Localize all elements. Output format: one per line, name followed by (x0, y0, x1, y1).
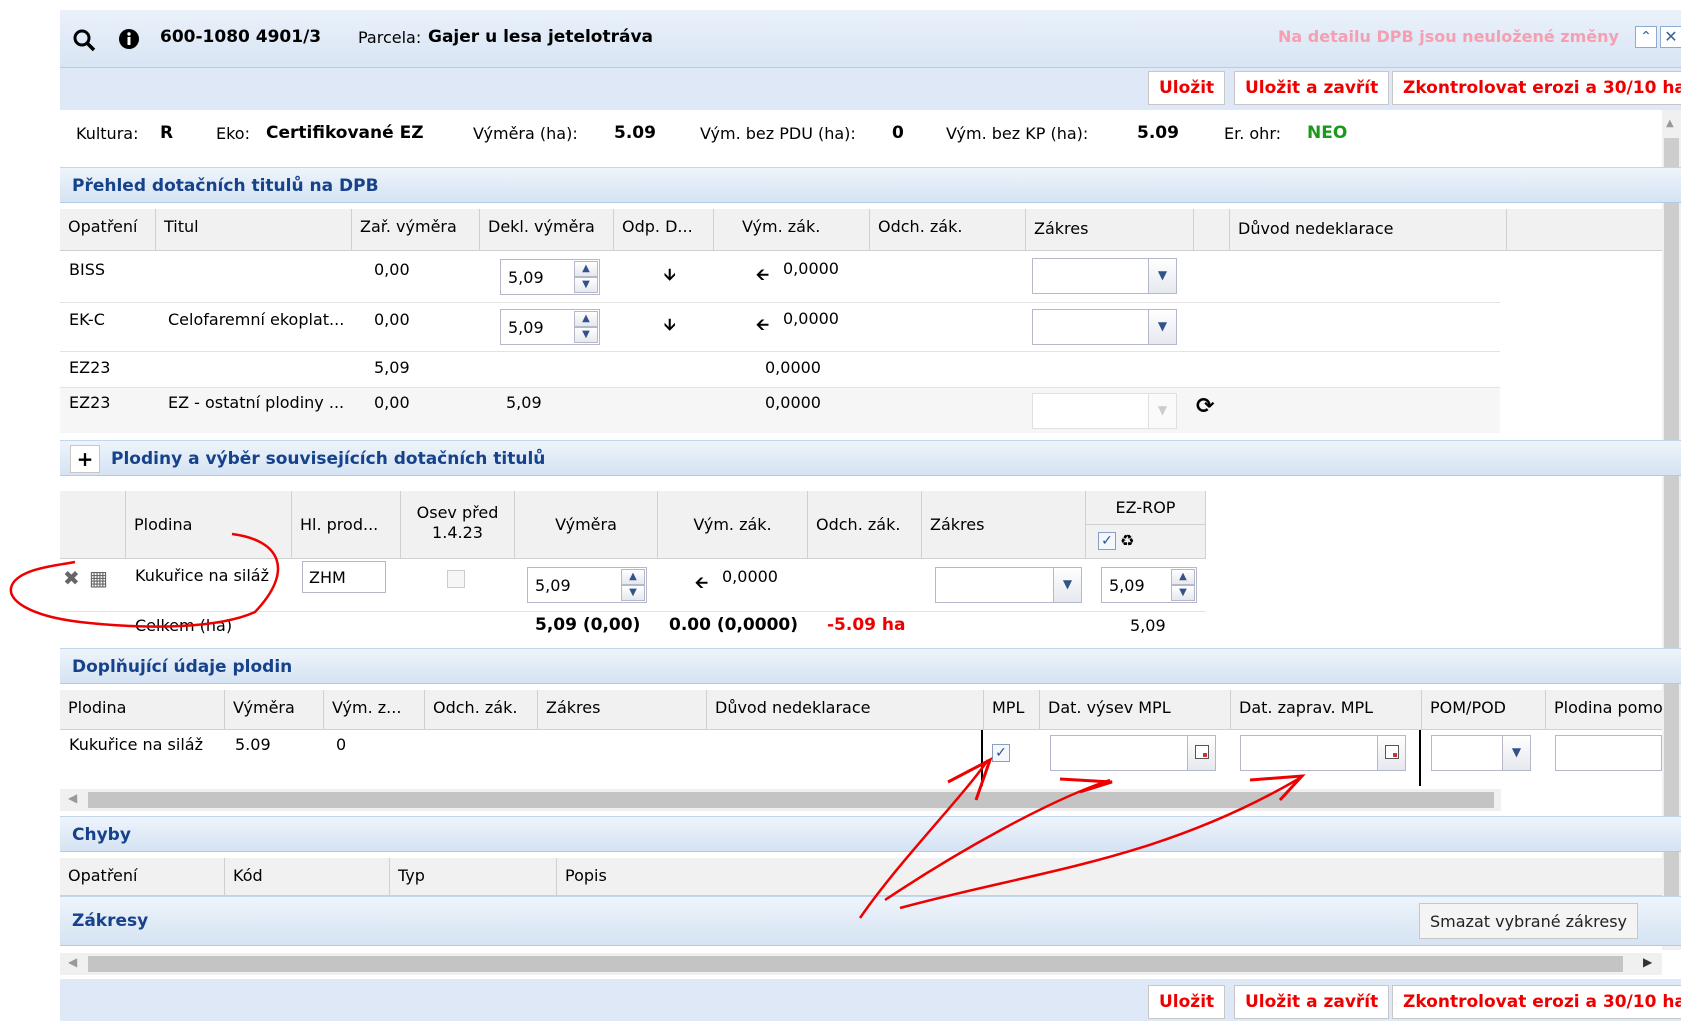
delete-icon[interactable]: ✖ (63, 566, 80, 590)
save-button[interactable]: Uložit (1148, 71, 1226, 105)
arrow-left-icon[interactable]: 🡨 (695, 572, 708, 599)
save-close-button[interactable]: Uložit a zavřít (1234, 985, 1390, 1019)
vymera-label: Výměra (ha): (473, 124, 578, 143)
section-drawings[interactable]: Zákresy Smazat vybrané zákresy (60, 896, 1681, 946)
plodina-pomo-field[interactable] (1555, 735, 1662, 771)
kp-label: Vým. bez KP (ha): (946, 124, 1089, 143)
arrow-left-icon[interactable]: 🡨 (756, 314, 769, 341)
vymera-value: 5.09 (614, 123, 656, 143)
er-label: Er. ohr: (1224, 124, 1282, 143)
table-row[interactable]: EZ23 EZ - ostatní plodiny ... 0,00 5,09 … (60, 388, 1500, 433)
dekl-vymera-spinner[interactable]: 5,09 ▲ ▼ (500, 259, 600, 295)
osev-checkbox (447, 570, 465, 588)
zakres-select-disabled: ▼ (1032, 393, 1177, 429)
add-icon[interactable]: + (70, 445, 100, 473)
overview-table-header: Opatření Titul Zař. výměra Dekl. výměra … (60, 209, 1662, 251)
parcel-id: 600-1080 4901/3 (160, 27, 322, 47)
section-errors[interactable]: Chyby (60, 816, 1681, 852)
zakres-select[interactable]: ▼ (935, 567, 1082, 603)
check-erosion-button[interactable]: Zkontrolovat erozi a 30/10 ha (1392, 985, 1681, 1019)
section-crops[interactable]: + Plodiny a výběr souvisejících dotačníc… (60, 440, 1681, 476)
hlprod-input[interactable]: ZHM (302, 561, 386, 593)
section-crop-details[interactable]: Doplňující údaje plodin (60, 648, 1681, 684)
dekl-vymera-spinner[interactable]: 5,09 ▲ ▼ (500, 309, 600, 345)
section-subsidy-overview[interactable]: Přehled dotačních titulů na DPB (60, 167, 1681, 203)
detail-header: 600-1080 4901/3 Parcela: Gajer u lesa je… (60, 10, 1681, 68)
mpl-checkbox[interactable]: ✓ (992, 744, 1010, 762)
recycle-icon: ♻ (1120, 531, 1135, 550)
dat-zaprav-mpl-field[interactable] (1240, 735, 1406, 771)
eko-value: Certifikované EZ (266, 123, 424, 143)
kultura-label: Kultura: (76, 124, 139, 143)
check-erosion-button[interactable]: Zkontrolovat erozi a 30/10 ha (1392, 71, 1681, 105)
horizontal-scrollbar[interactable]: ◀ ▶ (60, 953, 1662, 975)
pdu-value: 0 (892, 123, 904, 143)
crop-details-header: Plodina Výměra Vým. z... Odch. zák. Zákr… (60, 690, 1662, 730)
unsaved-warning: Na detailu DPB jsou neuložené změny (1278, 27, 1619, 46)
crops-table-header: Plodina Hl. prod... Osev před 1.4.23 Vým… (60, 491, 1206, 559)
vymera-spinner[interactable]: 5,09 ▲ ▼ (527, 567, 647, 603)
refresh-icon[interactable]: ⟳ (1196, 394, 1214, 419)
delete-selected-drawings-button[interactable]: Smazat vybrané zákresy (1419, 903, 1638, 939)
kultura-value: R (160, 123, 174, 143)
close-icon[interactable]: ✕ (1660, 26, 1681, 48)
zakres-select[interactable]: ▼ (1032, 258, 1177, 294)
pom-pod-select[interactable]: ▼ (1431, 735, 1531, 771)
zakres-select[interactable]: ▼ (1032, 309, 1177, 345)
eko-label: Eko: (216, 124, 250, 143)
parcel-name: Gajer u lesa jetelotráva (428, 27, 654, 47)
calculator-icon[interactable]: ▦ (89, 566, 108, 590)
ezrop-checkbox-header[interactable]: ✓ (1098, 532, 1116, 550)
er-value: NEO (1307, 123, 1348, 143)
pdu-label: Vým. bez PDU (ha): (700, 124, 856, 143)
arrow-down-icon[interactable]: 🡫 (664, 264, 676, 291)
kp-value: 5.09 (1137, 123, 1179, 143)
dat-vysev-mpl-field[interactable] (1050, 735, 1216, 771)
ezrop-spinner[interactable]: 5,09 ▲ ▼ (1101, 567, 1197, 603)
arrow-down-icon[interactable]: 🡫 (664, 314, 676, 341)
horizontal-scrollbar[interactable]: ◀ (60, 789, 1501, 811)
arrow-left-icon[interactable]: 🡨 (756, 264, 769, 291)
save-button[interactable]: Uložit (1148, 985, 1226, 1019)
search-icon[interactable] (72, 28, 96, 52)
errors-header: Opatření Kód Typ Popis (60, 858, 1662, 896)
info-icon[interactable] (118, 28, 140, 50)
save-close-button[interactable]: Uložit a zavřít (1234, 71, 1390, 105)
collapse-icon[interactable]: ⌃ (1635, 26, 1657, 48)
parcel-label: Parcela: (358, 28, 422, 47)
